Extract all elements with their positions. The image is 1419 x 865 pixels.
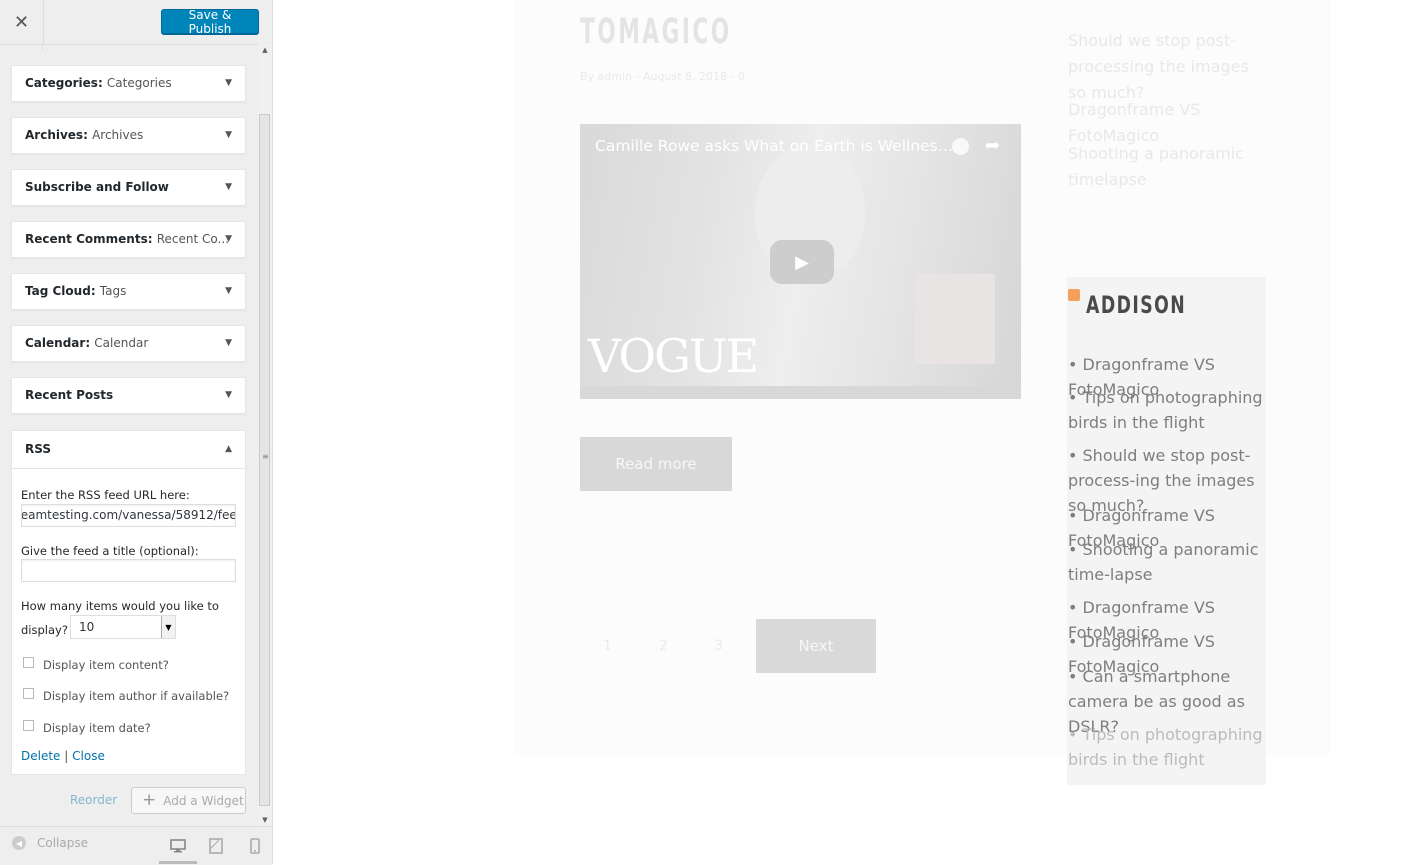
rss-widget-preview: ADDISON • Dragonframe VS FotoMagico • Ti… [1067,277,1266,785]
display-content-checkbox[interactable] [23,657,34,668]
action-separator: | [64,749,69,763]
item-count-label: How many items would you like to [21,599,219,613]
item-count-label-cont: display? [21,623,68,637]
customizer-footer: ◀ Collapse [0,826,272,865]
display-author-label: Display item author if available? [43,689,230,703]
widget-categories[interactable]: Categories: Categories ▼ [11,65,246,102]
section-divider [42,44,43,50]
post-title[interactable]: TOMAGICO [580,12,732,52]
widget-title: RSS [25,442,51,456]
video-embed[interactable]: Camille Rowe asks What on Earth is Welln… [580,124,1021,399]
read-more-button[interactable]: Read more [580,437,732,491]
close-icon: ✕ [13,11,30,33]
next-page-button[interactable]: Next [756,619,876,673]
rss-feed-item[interactable]: • Tips on photographing birds in the fli… [1068,385,1264,435]
close-customizer-button[interactable]: ✕ [0,0,44,44]
customizer-header: ✕ Save & Publish [0,0,272,45]
expand-arrow-icon[interactable]: ▼ [225,222,232,257]
widget-subtitle: Tags [99,284,127,298]
expand-arrow-icon[interactable]: ▼ [225,66,232,101]
chevron-down-icon[interactable]: ▼ [161,616,175,638]
feed-title-label: Give the feed a title (optional): [21,544,199,558]
widget-subscribe-follow[interactable]: Subscribe and Follow ▼ [11,169,246,206]
expand-arrow-icon[interactable]: ▼ [225,274,232,309]
delete-widget-link[interactable]: Delete [21,749,60,763]
desktop-preview-icon[interactable] [168,836,188,856]
widget-rss-expanded: RSS ▲ Enter the RSS feed URL here: teamt… [11,430,246,775]
scroll-thumb[interactable]: ≡ [259,114,270,806]
rss-feed-icon[interactable] [1068,289,1080,301]
collapse-label: Collapse [37,836,88,850]
collapse-arrow-icon[interactable]: ▲ [225,431,232,468]
tablet-preview-icon[interactable] [206,836,226,856]
rss-url-input[interactable]: teamtesting.com/vanessa/58912/feed [21,504,236,527]
rss-feed-item[interactable]: • Tips on photographing birds in the fli… [1068,722,1264,772]
display-date-label: Display item date? [43,721,151,735]
widget-title: Recent Comments [25,232,148,246]
sidebar-post-link[interactable]: Shooting a panoramic timelapse [1068,141,1268,193]
widget-archives[interactable]: Archives: Archives ▼ [11,117,246,154]
widget-title: Archives [25,128,84,142]
widget-tag-cloud[interactable]: Tag Cloud: Tags ▼ [11,273,246,310]
widget-subtitle: Recent Co... [156,232,229,246]
expand-arrow-icon[interactable]: ▼ [225,326,232,361]
play-button[interactable]: ▶ [770,240,834,284]
display-date-checkbox[interactable] [23,720,34,731]
display-author-checkbox[interactable] [23,688,34,699]
scroll-up-arrow-icon[interactable]: ▲ [258,44,272,56]
panel-scrollbar[interactable]: ▲ ≡ ▼ [258,44,272,826]
widget-subtitle: Categories [106,76,172,90]
widget-actions: Delete | Close [21,749,105,763]
widget-recent-posts[interactable]: Recent Posts ▼ [11,377,246,414]
page-number-3[interactable]: 3 [691,619,746,673]
page-number-1[interactable]: 1 [580,619,635,673]
vogue-logo: VOGUE [588,329,759,383]
collapse-button[interactable]: ◀ Collapse [12,836,88,850]
widget-title: Tag Cloud [25,284,91,298]
sidebar-post-link[interactable]: Should we stop post-processing the image… [1068,28,1268,106]
rss-widget-header[interactable]: RSS ▲ [12,431,245,469]
widget-recent-comments[interactable]: Recent Comments: Recent Co... ▼ [11,221,246,258]
collapse-icon: ◀ [12,836,26,850]
plus-icon: + [142,790,157,810]
video-progress-bar [580,386,1021,399]
save-publish-button[interactable]: Save & Publish [161,8,259,36]
grip-icon: ≡ [262,452,269,461]
video-title[interactable]: Camille Rowe asks What on Earth is Welln… [595,137,955,155]
reorder-link[interactable]: Reorder [70,793,117,807]
feed-title-input[interactable] [21,559,236,582]
widgets-panel: Categories: Categories ▼ Archives: Archi… [0,44,258,826]
widget-title: Subscribe and Follow [25,180,169,194]
add-widget-button[interactable]: + Add a Widget [131,787,246,814]
rss-feed-item[interactable]: • Shooting a panoramic time-lapse [1068,537,1264,587]
scroll-down-arrow-icon[interactable]: ▼ [258,814,272,826]
expand-arrow-icon[interactable]: ▼ [225,170,232,205]
share-icon[interactable]: ➦ [985,135,1000,156]
add-widget-label: Add a Widget [163,793,244,808]
thumbnail-sign [915,274,995,364]
item-count-select[interactable]: 10 ▼ [70,615,176,639]
page-number-2[interactable]: 2 [636,619,691,673]
close-widget-link[interactable]: Close [72,749,105,763]
expand-arrow-icon[interactable]: ▼ [225,118,232,153]
widget-title: Recent Posts [25,388,114,402]
display-content-label: Display item content? [43,658,169,672]
customizer-sidebar: ✕ Save & Publish Categories: Categories … [0,0,273,865]
mobile-preview-icon[interactable] [245,836,265,856]
post-meta: By admin - August 8, 2018 - 0 [580,70,745,83]
widget-calendar[interactable]: Calendar: Calendar ▼ [11,325,246,362]
rss-url-label: Enter the RSS feed URL here: [21,488,190,502]
widget-title: Calendar [25,336,86,350]
widget-title: Categories [25,76,98,90]
widget-subtitle: Calendar [94,336,149,350]
play-icon: ▶ [795,251,809,273]
expand-arrow-icon[interactable]: ▼ [225,378,232,413]
item-count-value: 10 [79,620,95,634]
site-preview: TOMAGICO By admin - August 8, 2018 - 0 C… [273,0,1419,864]
watch-later-icon[interactable] [952,138,969,155]
widget-subtitle: Archives [92,128,144,142]
rss-widget-heading[interactable]: ADDISON [1086,291,1186,319]
